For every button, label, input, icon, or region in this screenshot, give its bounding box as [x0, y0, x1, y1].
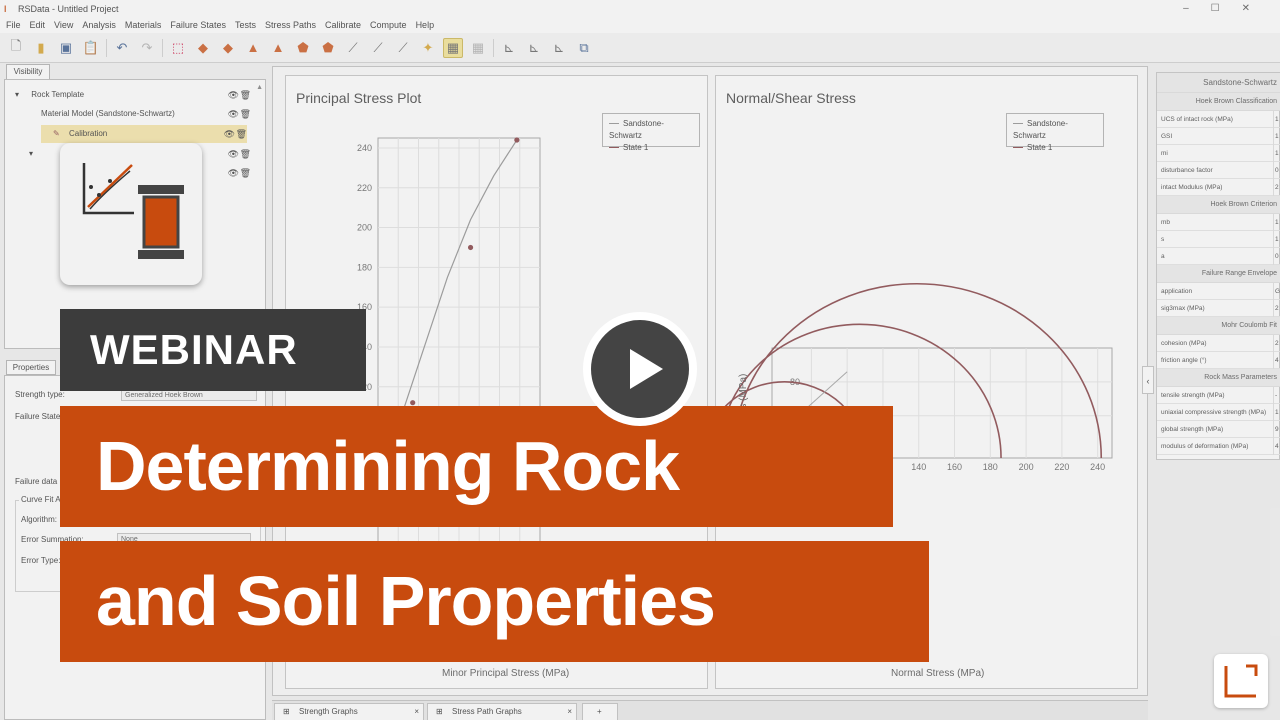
webinar-badge: WEBINAR — [60, 309, 366, 391]
app-window: I RSData - Untitled Project –☐✕ File Edi… — [0, 0, 1280, 720]
calibration-icon-card — [60, 143, 202, 285]
calibration-chart-icon — [82, 163, 184, 259]
headline-line-2: and Soil Properties — [60, 541, 929, 662]
headline-line-1: Determining Rock — [60, 406, 893, 527]
play-icon[interactable] — [591, 320, 689, 418]
brand-logo-icon — [1214, 654, 1268, 708]
